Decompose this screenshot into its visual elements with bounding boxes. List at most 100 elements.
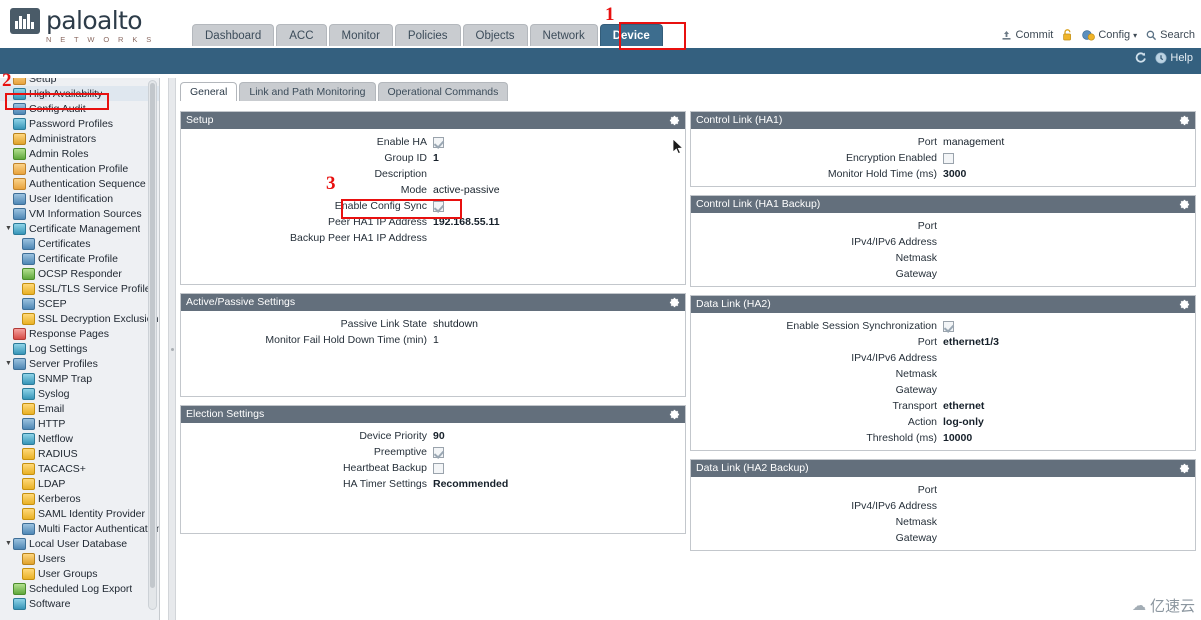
sidebar-item-icon (22, 507, 35, 520)
field-label: HA Timer Settings (342, 478, 427, 490)
sidebar-item-snmp-trap[interactable]: SNMP Trap (0, 371, 159, 386)
sidebar-item-kerberos[interactable]: Kerberos (0, 491, 159, 506)
tree-expand-arrow[interactable]: ▼ (4, 225, 13, 232)
utility-row: Commit Config ▾ Search (1001, 29, 1195, 41)
sidebar-item-icon (22, 477, 35, 490)
checkbox[interactable] (943, 320, 954, 332)
sidebar-item-software[interactable]: Software (0, 596, 159, 611)
sidebar-item-setup[interactable]: Setup (0, 78, 159, 86)
field-label: Enable HA (376, 136, 427, 148)
config-dropdown[interactable]: Config ▾ (1082, 29, 1137, 41)
panel-settings-button[interactable] (669, 409, 680, 420)
sidebar-item-icon (22, 417, 35, 430)
commit-button[interactable]: Commit (1001, 29, 1053, 41)
sidebar-item-label: SSL/TLS Service Profile (38, 282, 151, 295)
checkbox[interactable] (943, 152, 954, 164)
lock-button[interactable] (1062, 29, 1073, 41)
gear-icon[interactable] (669, 409, 680, 420)
gear-icon[interactable] (1179, 299, 1190, 310)
sidebar-item-user-groups[interactable]: User Groups (0, 566, 159, 581)
sidebar-item-authentication-profile[interactable]: Authentication Profile (0, 161, 159, 176)
sidebar-item-ssl-tls-service-profile[interactable]: SSL/TLS Service Profile (0, 281, 159, 296)
sidebar-scrollbar[interactable] (148, 80, 157, 610)
sidebar-splitter[interactable] (168, 78, 176, 620)
nav-tab-objects[interactable]: Objects (462, 24, 528, 46)
sidebar-item-high-availability[interactable]: High Availability (0, 86, 159, 101)
gear-icon[interactable] (1179, 199, 1190, 210)
panel-settings-button[interactable] (669, 115, 680, 126)
field-row: Port management (691, 134, 1195, 150)
sidebar-item-syslog[interactable]: Syslog (0, 386, 159, 401)
nav-tab-monitor[interactable]: Monitor (328, 24, 393, 46)
field-label: Port (917, 220, 937, 232)
nav-tab-device[interactable]: Device (599, 24, 663, 46)
sidebar-item-admin-roles[interactable]: Admin Roles (0, 146, 159, 161)
sidebar-item-log-settings[interactable]: Log Settings (0, 341, 159, 356)
nav-tab-dashboard[interactable]: Dashboard (192, 24, 275, 46)
gear-icon[interactable] (669, 115, 680, 126)
sidebar-item-administrators[interactable]: Administrators (0, 131, 159, 146)
paloalto-logo-icon (10, 8, 40, 34)
sidebar-item-user-identification[interactable]: User Identification (0, 191, 159, 206)
sidebar-item-ldap[interactable]: LDAP (0, 476, 159, 491)
nav-tab-policies[interactable]: Policies (394, 24, 461, 46)
refresh-button[interactable] (1134, 51, 1147, 64)
sidebar-item-icon (13, 342, 26, 355)
sidebar-item-netflow[interactable]: Netflow (0, 431, 159, 446)
panel-settings-button[interactable] (1179, 199, 1190, 210)
sidebar-item-scep[interactable]: SCEP (0, 296, 159, 311)
sidebar-item-server-profiles[interactable]: ▼ Server Profiles (0, 356, 159, 371)
sidebar-item-radius[interactable]: RADIUS (0, 446, 159, 461)
nav-tab-network[interactable]: Network (529, 24, 598, 46)
sidebar-item-certificates[interactable]: Certificates (0, 236, 159, 251)
sidebar-item-ocsp-responder[interactable]: OCSP Responder (0, 266, 159, 281)
search-label: Search (1160, 29, 1195, 41)
gear-icon[interactable] (669, 297, 680, 308)
sidebar-item-vm-information-sources[interactable]: VM Information Sources (0, 206, 159, 221)
sidebar-item-response-pages[interactable]: Response Pages (0, 326, 159, 341)
sidebar-item-tacacs[interactable]: TACACS+ (0, 461, 159, 476)
help-button[interactable]: Help (1155, 52, 1193, 64)
sidebar-item-authentication-sequence[interactable]: Authentication Sequence (0, 176, 159, 191)
sidebar-item-certificate-management[interactable]: ▼ Certificate Management (0, 221, 159, 236)
panel-settings-button[interactable] (1179, 299, 1190, 310)
nav-tab-acc[interactable]: ACC (276, 24, 327, 46)
subtab-operational-commands[interactable]: Operational Commands (377, 82, 509, 101)
splitter-grip[interactable] (171, 348, 174, 351)
sidebar-item-icon (22, 567, 35, 580)
sidebar-item-label: Scheduled Log Export (29, 582, 133, 595)
panel-settings-button[interactable] (669, 297, 680, 308)
search-icon (1146, 30, 1157, 40)
search-button[interactable]: Search (1146, 29, 1195, 41)
sidebar-item-password-profiles[interactable]: Password Profiles (0, 116, 159, 131)
sidebar-item-email[interactable]: Email (0, 401, 159, 416)
sidebar-item-http[interactable]: HTTP (0, 416, 159, 431)
gear-icon[interactable] (1179, 463, 1190, 474)
subtab-link-and-path-monitoring[interactable]: Link and Path Monitoring (239, 82, 376, 101)
checkbox[interactable] (433, 136, 444, 148)
tree-expand-arrow[interactable]: ▼ (4, 360, 13, 367)
sidebar-item-config-audit[interactable]: Config Audit (0, 101, 159, 116)
panel-settings-button[interactable] (1179, 463, 1190, 474)
panel-data-link-ha2: Data Link (HA2) Enable Session Synchroniz… (690, 295, 1196, 451)
field-value: active-passive (433, 184, 500, 196)
checkbox[interactable] (433, 462, 444, 474)
sidebar-item-multi-factor-authentication[interactable]: Multi Factor Authentication (0, 521, 159, 536)
checkbox[interactable] (433, 200, 444, 212)
field-label: Passive Link State (340, 318, 427, 330)
sidebar-item-saml-identity-provider[interactable]: SAML Identity Provider (0, 506, 159, 521)
checkbox[interactable] (433, 446, 444, 458)
sidebar-item-ssl-decryption-exclusion[interactable]: SSL Decryption Exclusion (0, 311, 159, 326)
field-checkbox-cell (433, 200, 685, 212)
panel-settings-button[interactable] (1179, 115, 1190, 126)
sidebar-item-label: SSL Decryption Exclusion (38, 312, 159, 325)
sidebar-item-scheduled-log-export[interactable]: Scheduled Log Export (0, 581, 159, 596)
sidebar-item-local-user-database[interactable]: ▼ Local User Database (0, 536, 159, 551)
sidebar-item-users[interactable]: Users (0, 551, 159, 566)
sidebar-item-certificate-profile[interactable]: Certificate Profile (0, 251, 159, 266)
panel-header: Election Settings (181, 406, 685, 423)
subtab-general[interactable]: General (180, 82, 238, 101)
sidebar-scrollbar-thumb[interactable] (150, 83, 155, 588)
gear-icon[interactable] (1179, 115, 1190, 126)
tree-expand-arrow[interactable]: ▼ (4, 540, 13, 547)
